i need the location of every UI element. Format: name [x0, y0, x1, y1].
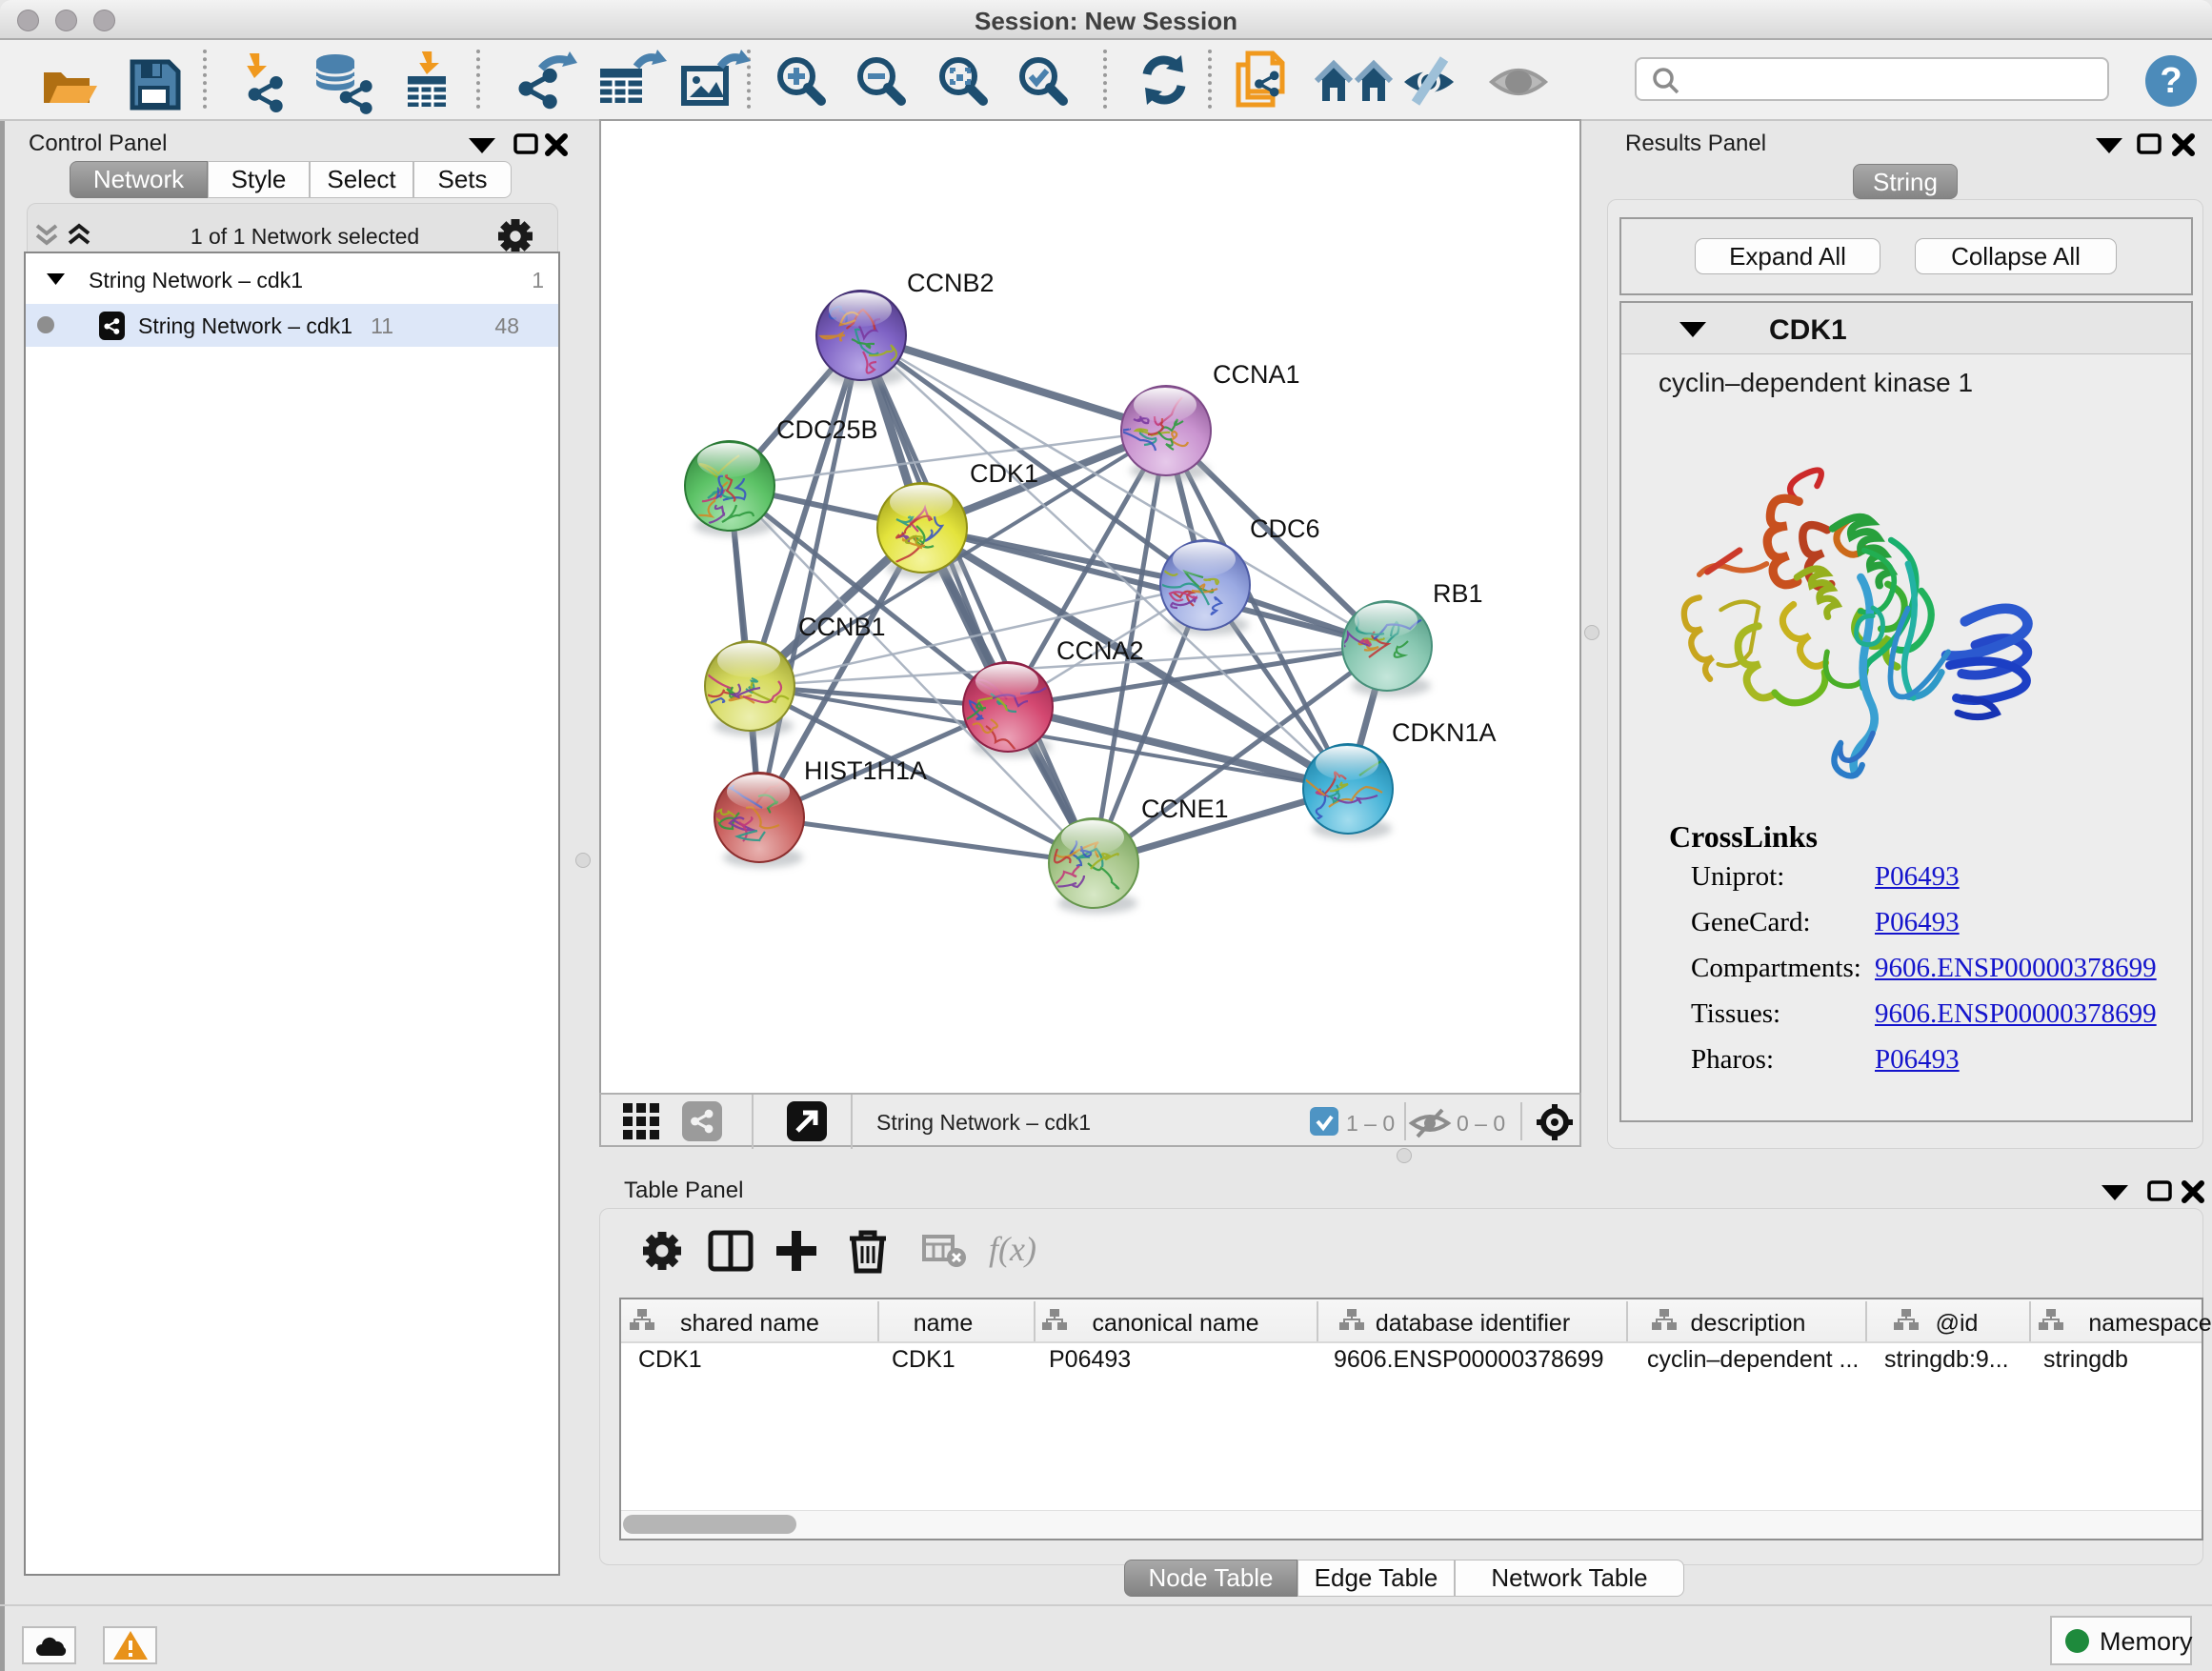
svg-text:CCNA2: CCNA2: [1056, 636, 1144, 665]
svg-text:HIST1H1A: HIST1H1A: [804, 756, 927, 785]
svg-text:CCNE1: CCNE1: [1141, 795, 1229, 823]
svg-text:CDC6: CDC6: [1250, 514, 1320, 543]
svg-text:CCNB2: CCNB2: [907, 269, 995, 297]
svg-text:CDK1: CDK1: [970, 459, 1038, 488]
svg-text:CDC25B: CDC25B: [776, 415, 878, 444]
svg-text:CCNA1: CCNA1: [1213, 360, 1300, 389]
svg-text:CCNB1: CCNB1: [798, 613, 886, 641]
svg-text:RB1: RB1: [1433, 579, 1483, 608]
svg-text:?: ?: [2160, 61, 2182, 101]
svg-text:CDKN1A: CDKN1A: [1392, 718, 1497, 747]
